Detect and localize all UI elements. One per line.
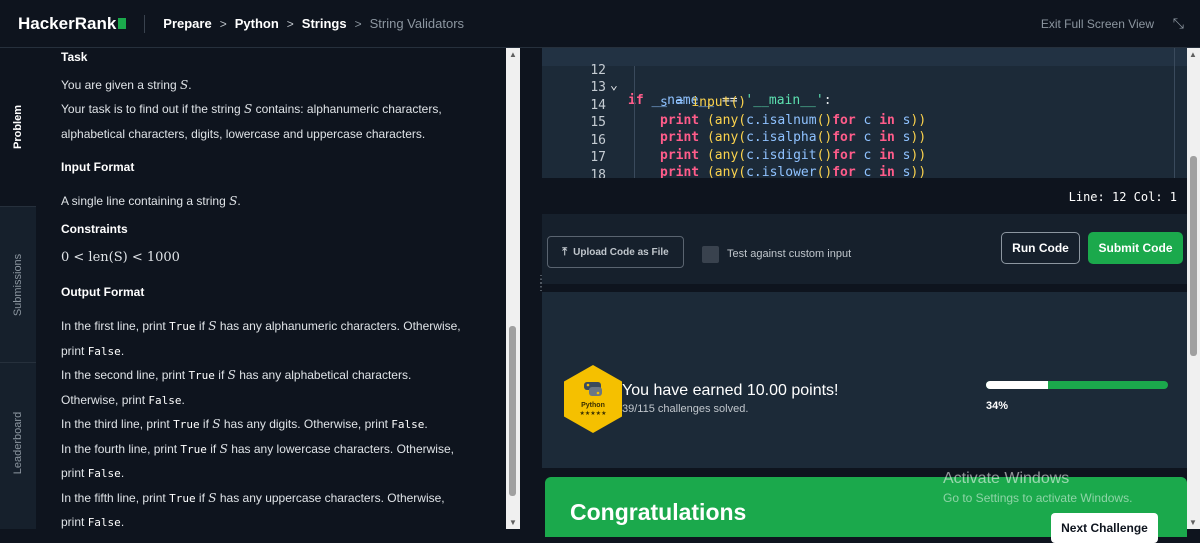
editor-actions: ⤒ Upload Code as File Test against custo… <box>542 214 1187 284</box>
scroll-up-arrow-icon[interactable]: ▲ <box>1189 50 1197 59</box>
progress-percent: 34% <box>986 400 1009 412</box>
code-line-12: 12 ⌄ if __name__ == '__main__': <box>542 48 1187 108</box>
tab-problem[interactable]: Problem <box>0 48 36 206</box>
task-line-1: You are given a string S. <box>61 78 192 92</box>
page-scrollbar[interactable]: ▲ ▼ <box>1187 48 1200 529</box>
tab-leaderboard-label: Leaderboard <box>12 411 25 475</box>
left-rail: Problem Submissions Leaderboard <box>0 48 36 529</box>
output-item-1-cont: print False. <box>61 344 125 358</box>
code-editor[interactable]: 12 ⌄ if __name__ == '__main__': 13 s = i… <box>542 48 1187 178</box>
output-item-4: In the fourth line, print True if S has … <box>61 442 454 456</box>
problem-statement: Task You are given a string S. Your task… <box>36 48 506 529</box>
breadcrumb-current: String Validators <box>369 16 465 31</box>
logo-text: HackerRank <box>18 13 117 33</box>
code-line-14: 14 print (any(c.isalnum()for c in s)) <box>590 98 927 128</box>
code-line-18: 18 print (any(c.isupper()for c in s)) <box>590 168 606 178</box>
logo-square-icon <box>118 18 127 29</box>
submit-code-button[interactable]: Submit Code <box>1088 232 1183 264</box>
upload-icon: ⤒ <box>562 245 568 258</box>
congratulations-banner: Congratulations Next Challenge <box>545 477 1187 543</box>
collapse-icon[interactable]: ⤡ <box>1173 15 1184 32</box>
output-item-3: In the third line, print True if S has a… <box>61 417 428 431</box>
top-bar: HackerRank Prepare > Python > Strings > … <box>0 0 1200 48</box>
tab-submissions-label: Submissions <box>12 253 25 316</box>
constraint-expression: 0 < len(S) < 1000 <box>61 250 180 265</box>
editor-status-bar: Line: 12 Col: 1 <box>542 178 1187 214</box>
points-earned-text: You have earned 10.00 points! <box>622 382 839 399</box>
upload-code-button[interactable]: ⤒ Upload Code as File <box>547 236 684 268</box>
challenges-solved-text: 39/115 challenges solved. <box>622 403 749 415</box>
header-divider <box>144 14 146 33</box>
fold-chevron-icon[interactable]: ⌄ <box>610 78 618 93</box>
task-line-3: alphabetical characters, digits, lowerca… <box>61 127 426 141</box>
upload-label: Upload Code as File <box>573 246 669 258</box>
chevron-right-icon: > <box>286 16 294 31</box>
indent-guide <box>634 66 635 178</box>
badge-label: Python <box>581 402 605 409</box>
editor-ruler <box>1174 48 1175 178</box>
congratulations-title: Congratulations <box>570 499 747 525</box>
code-line-13: 13 s = input() <box>590 80 747 110</box>
task-line-2: Your task is to find out if the string S… <box>61 102 442 116</box>
scroll-down-arrow-icon[interactable]: ▼ <box>1189 518 1197 527</box>
run-code-button[interactable]: Run Code <box>1001 232 1080 264</box>
badge-stars: ★★★★★ <box>579 411 607 417</box>
activate-windows-subtitle: Go to Settings to activate Windows. <box>943 491 1133 505</box>
output-item-2: In the second line, print True if S has … <box>61 368 412 382</box>
output-item-1: In the first line, print True if S has a… <box>61 319 461 333</box>
input-format-heading: Input Format <box>61 160 135 174</box>
tab-problem-label: Problem <box>12 104 25 150</box>
input-format-text: A single line containing a string S. <box>61 194 241 208</box>
next-challenge-button[interactable]: Next Challenge <box>1051 513 1158 543</box>
scrollbar-thumb[interactable] <box>509 326 516 496</box>
breadcrumb-prepare[interactable]: Prepare <box>163 16 211 31</box>
exit-fullscreen-link[interactable]: Exit Full Screen View <box>1041 17 1154 31</box>
constraints-heading: Constraints <box>61 222 128 236</box>
output-format-heading: Output Format <box>61 285 145 299</box>
output-item-4-cont: print False. <box>61 466 125 480</box>
custom-input-label[interactable]: Test against custom input <box>727 248 851 260</box>
breadcrumb-strings[interactable]: Strings <box>302 16 347 31</box>
scroll-down-arrow-icon[interactable]: ▼ <box>509 518 517 527</box>
output-item-5: In the fifth line, print True if S has a… <box>61 491 445 505</box>
problem-scrollbar[interactable]: ▲ ▼ <box>506 48 520 529</box>
output-item-2-cont: Otherwise, print False. <box>61 393 185 407</box>
points-earned-panel: Python ★★★★★ You have earned 10.00 point… <box>542 292 1187 468</box>
code-line-15: 15 print (any(c.isalpha()for c in s)) <box>590 115 927 145</box>
activate-windows-title: Activate Windows <box>943 470 1070 487</box>
scroll-up-arrow-icon[interactable]: ▲ <box>509 50 517 59</box>
progress-bar-fill <box>986 381 1048 389</box>
code-line-16: 16 print (any(c.isdigit()for c in s)) <box>590 133 927 163</box>
task-heading: Task <box>61 50 88 64</box>
tab-leaderboard[interactable]: Leaderboard <box>0 363 36 523</box>
hexagon-badge-icon <box>564 365 622 433</box>
custom-input-checkbox[interactable] <box>702 246 719 263</box>
hackerrank-logo[interactable]: HackerRank <box>18 13 127 34</box>
output-item-5-cont: print False. <box>61 515 125 529</box>
breadcrumb-python[interactable]: Python <box>235 16 279 31</box>
chevron-right-icon: > <box>354 16 362 31</box>
python-badge: Python ★★★★★ <box>562 364 624 434</box>
chevron-right-icon: > <box>219 16 227 31</box>
code-line-19: 19 <box>542 170 573 178</box>
cursor-position: Line: 12 Col: 1 <box>1068 190 1177 204</box>
progress-bar <box>986 381 1168 389</box>
breadcrumb: Prepare > Python > Strings > String Vali… <box>163 16 464 31</box>
tab-submissions[interactable]: Submissions <box>0 207 36 362</box>
scrollbar-thumb[interactable] <box>1190 156 1197 356</box>
code-line-17: 17 print (any(c.islower()for c in s)) <box>590 150 927 178</box>
